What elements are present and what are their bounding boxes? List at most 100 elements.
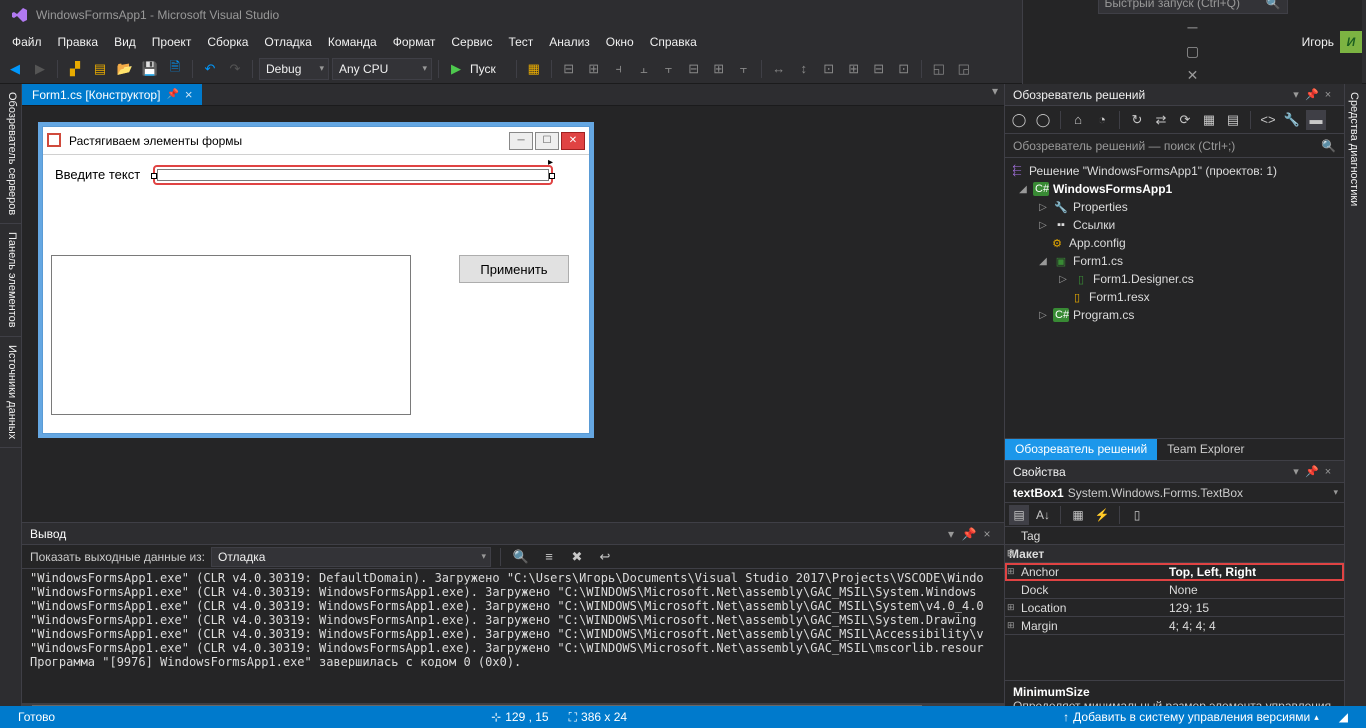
props-pin-icon[interactable]: 📌 — [1304, 465, 1320, 478]
menu-file[interactable]: Файл — [4, 31, 50, 53]
solution-search[interactable]: Обозреватель решений — поиск (Ctrl+;) 🔍 — [1005, 134, 1344, 158]
user-avatar[interactable]: И — [1340, 31, 1362, 53]
property-row[interactable]: ⊞AnchorTop, Left, Right — [1005, 563, 1344, 581]
expander-icon[interactable]: ▷ — [1037, 310, 1049, 321]
tool-toolbox[interactable]: Панель элементов — [0, 224, 21, 337]
tab-close-icon[interactable]: × — [185, 87, 193, 102]
form-designer[interactable]: Растягиваем элементы формы ─ ☐ ✕ Введите… — [22, 106, 1004, 522]
tool-diagnostics[interactable]: Средства диагностики — [1345, 84, 1363, 214]
menu-help[interactable]: Справка — [642, 31, 705, 53]
spacing-icon-3[interactable]: ⊡ — [818, 58, 840, 80]
property-row[interactable]: ⊟Макет — [1005, 545, 1344, 563]
align-icon-4[interactable]: ⫠ — [633, 58, 655, 80]
sol-sync-icon[interactable]: ⇄ — [1151, 110, 1171, 130]
align-icon-1[interactable]: ⊟ — [558, 58, 580, 80]
sol-showall-icon[interactable]: ▦ — [1199, 110, 1219, 130]
tab-overflow-icon[interactable]: ▾ — [986, 84, 1004, 105]
solution-pin-icon[interactable]: 📌 — [1304, 88, 1320, 101]
props-pages-icon[interactable]: ▯ — [1127, 505, 1147, 525]
maximize-button[interactable]: ▢ — [1179, 40, 1207, 62]
order-icon-1[interactable]: ◱ — [928, 58, 950, 80]
spacing-icon-4[interactable]: ⊞ — [843, 58, 865, 80]
redo-icon[interactable]: ↷ — [224, 58, 246, 80]
pin-icon[interactable]: 📌 — [166, 89, 178, 100]
sol-properties-icon[interactable]: 🔧 — [1282, 110, 1302, 130]
align-icon-6[interactable]: ⊟ — [683, 58, 705, 80]
tool-data-sources[interactable]: Источники данных — [0, 337, 21, 448]
expander-icon[interactable]: ▷ — [1057, 274, 1069, 285]
menu-team[interactable]: Команда — [320, 31, 385, 53]
menu-format[interactable]: Формат — [385, 31, 444, 53]
open-icon[interactable]: 📂 — [114, 58, 136, 80]
nav-fwd-icon[interactable]: ▶ — [29, 58, 51, 80]
output-close-icon[interactable]: × — [978, 527, 996, 541]
tool-server-explorer[interactable]: Обозреватель серверов — [0, 84, 21, 224]
sol-view-icon[interactable]: ▬ — [1306, 110, 1326, 130]
menu-edit[interactable]: Правка — [50, 31, 107, 53]
solution-close-icon[interactable]: × — [1320, 89, 1336, 101]
props-categorized-icon[interactable]: ▤ — [1009, 505, 1029, 525]
align-icon-3[interactable]: ⫞ — [608, 58, 630, 80]
spacing-icon-5[interactable]: ⊟ — [868, 58, 890, 80]
spacing-icon-6[interactable]: ⊡ — [893, 58, 915, 80]
align-icon-8[interactable]: ⫟ — [733, 58, 755, 80]
undo-icon[interactable]: ↶ — [199, 58, 221, 80]
start-icon[interactable]: ▶ — [445, 58, 467, 80]
property-row[interactable]: DockNone — [1005, 581, 1344, 599]
minimize-button[interactable]: ─ — [1179, 16, 1207, 38]
output-dropdown-icon[interactable]: ▾ — [942, 527, 960, 541]
user-name[interactable]: Игорь — [1296, 35, 1340, 49]
sol-home-icon[interactable]: ⌂ — [1068, 110, 1088, 130]
sol-collapse-icon[interactable]: ⟳ — [1175, 110, 1195, 130]
menu-build[interactable]: Сборка — [199, 31, 256, 53]
start-button[interactable]: Пуск — [470, 62, 510, 76]
expander-icon[interactable]: ▷ — [1037, 220, 1049, 231]
tab-team-explorer[interactable]: Team Explorer — [1157, 439, 1254, 460]
sol-preview-icon[interactable]: ▤ — [1223, 110, 1243, 130]
status-publish[interactable]: ↑Добавить в систему управления версиями▴ — [1053, 710, 1329, 724]
props-close-icon[interactable]: × — [1320, 466, 1336, 478]
output-clear-icon[interactable]: ✖ — [566, 546, 588, 568]
property-row[interactable]: Tag — [1005, 527, 1344, 545]
new-file-icon[interactable]: ▤ — [89, 58, 111, 80]
sol-back-icon[interactable]: ◯ — [1009, 110, 1029, 130]
solution-tree[interactable]: ⬱Решение "WindowsFormsApp1" (проектов: 1… — [1005, 158, 1344, 438]
multiline-textbox[interactable] — [51, 255, 411, 415]
output-source-dropdown[interactable]: Отладка — [211, 547, 491, 567]
save-icon[interactable]: 💾 — [139, 58, 161, 80]
save-all-icon[interactable]: 🗎 — [164, 58, 186, 80]
align-icon-5[interactable]: ⫟ — [658, 58, 680, 80]
output-goto-icon[interactable]: ≡ — [538, 546, 560, 568]
props-alpha-icon[interactable]: A↓ — [1033, 505, 1053, 525]
tab-solution-explorer[interactable]: Обозреватель решений — [1005, 439, 1157, 460]
spacing-icon-1[interactable]: ↔ — [768, 58, 790, 80]
props-events-icon[interactable]: ⚡ — [1092, 505, 1112, 525]
props-dropdown-icon[interactable]: ▾ — [1288, 465, 1304, 478]
sol-refresh-icon[interactable]: ↻ — [1127, 110, 1147, 130]
menu-debug[interactable]: Отладка — [256, 31, 319, 53]
menu-tools[interactable]: Сервис — [443, 31, 500, 53]
property-grid[interactable]: Tag⊟Макет⊞AnchorTop, Left, RightDockNone… — [1005, 527, 1344, 680]
property-row[interactable]: ⊞Location129; 15 — [1005, 599, 1344, 617]
document-tab[interactable]: Form1.cs [Конструктор] 📌 × — [22, 84, 202, 105]
close-button[interactable]: ✕ — [1179, 64, 1207, 86]
config-dropdown[interactable]: Debug — [259, 58, 329, 80]
textbox-selected[interactable]: ▸ — [153, 165, 553, 185]
layout-icon-1[interactable]: ▦ — [523, 58, 545, 80]
expander-icon[interactable]: ◢ — [1037, 256, 1049, 267]
expander-icon[interactable]: ▷ — [1037, 202, 1049, 213]
props-props-icon[interactable]: ▦ — [1068, 505, 1088, 525]
property-row[interactable]: ⊞Margin4; 4; 4; 4 — [1005, 617, 1344, 635]
nav-back-icon[interactable]: ◀ — [4, 58, 26, 80]
quick-launch[interactable]: Быстрый запуск (Ctrl+Q)🔍 — [1098, 0, 1288, 14]
sol-scope-icon[interactable]: ◔ — [1092, 110, 1112, 130]
expander-icon[interactable]: ◢ — [1017, 184, 1029, 195]
apply-button[interactable]: Применить — [459, 255, 569, 283]
status-resize-grip[interactable]: ◢ — [1329, 710, 1358, 724]
smart-tag-icon[interactable]: ▸ — [548, 157, 553, 168]
sol-fwd-icon[interactable]: ◯ — [1033, 110, 1053, 130]
output-log[interactable]: "WindowsFormsApp1.exe" (CLR v4.0.30319: … — [22, 569, 1004, 703]
menu-window[interactable]: Окно — [598, 31, 642, 53]
output-find-icon[interactable]: 🔍 — [510, 546, 532, 568]
sol-code-icon[interactable]: <> — [1258, 110, 1278, 130]
